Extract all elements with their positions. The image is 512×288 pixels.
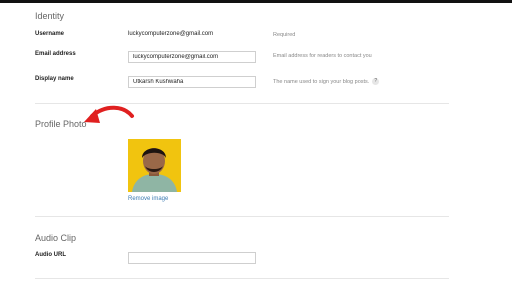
divider-profile-photo: [35, 216, 449, 217]
email-label: Email address: [35, 51, 76, 57]
divider-audio: [35, 278, 449, 279]
help-icon[interactable]: ?: [372, 78, 380, 85]
profile-photo-section-title: Profile Photo: [35, 119, 87, 129]
display-name-field[interactable]: [128, 76, 256, 88]
top-border: [0, 0, 512, 3]
audio-clip-section-title: Audio Clip: [35, 233, 77, 243]
display-name-hint: The name used to sign your blog posts.?: [273, 78, 380, 85]
display-name-label: Display name: [35, 76, 74, 82]
email-hint: Email address for readers to contact you: [273, 53, 372, 59]
identity-section-title: Identity: [35, 11, 65, 21]
email-field[interactable]: [128, 51, 256, 63]
profile-photo-image: [128, 139, 181, 192]
annotation-arrow-icon: [84, 105, 134, 123]
username-hint: Required: [273, 32, 296, 38]
audio-url-field[interactable]: [128, 252, 256, 264]
audio-url-label: Audio URL: [35, 252, 66, 258]
remove-image-link[interactable]: Remove image: [128, 196, 168, 202]
username-value: luckycomputerzone@gmail.com: [128, 31, 214, 37]
display-name-hint-text: The name used to sign your blog posts.: [273, 78, 370, 85]
username-label: Username: [35, 31, 65, 37]
